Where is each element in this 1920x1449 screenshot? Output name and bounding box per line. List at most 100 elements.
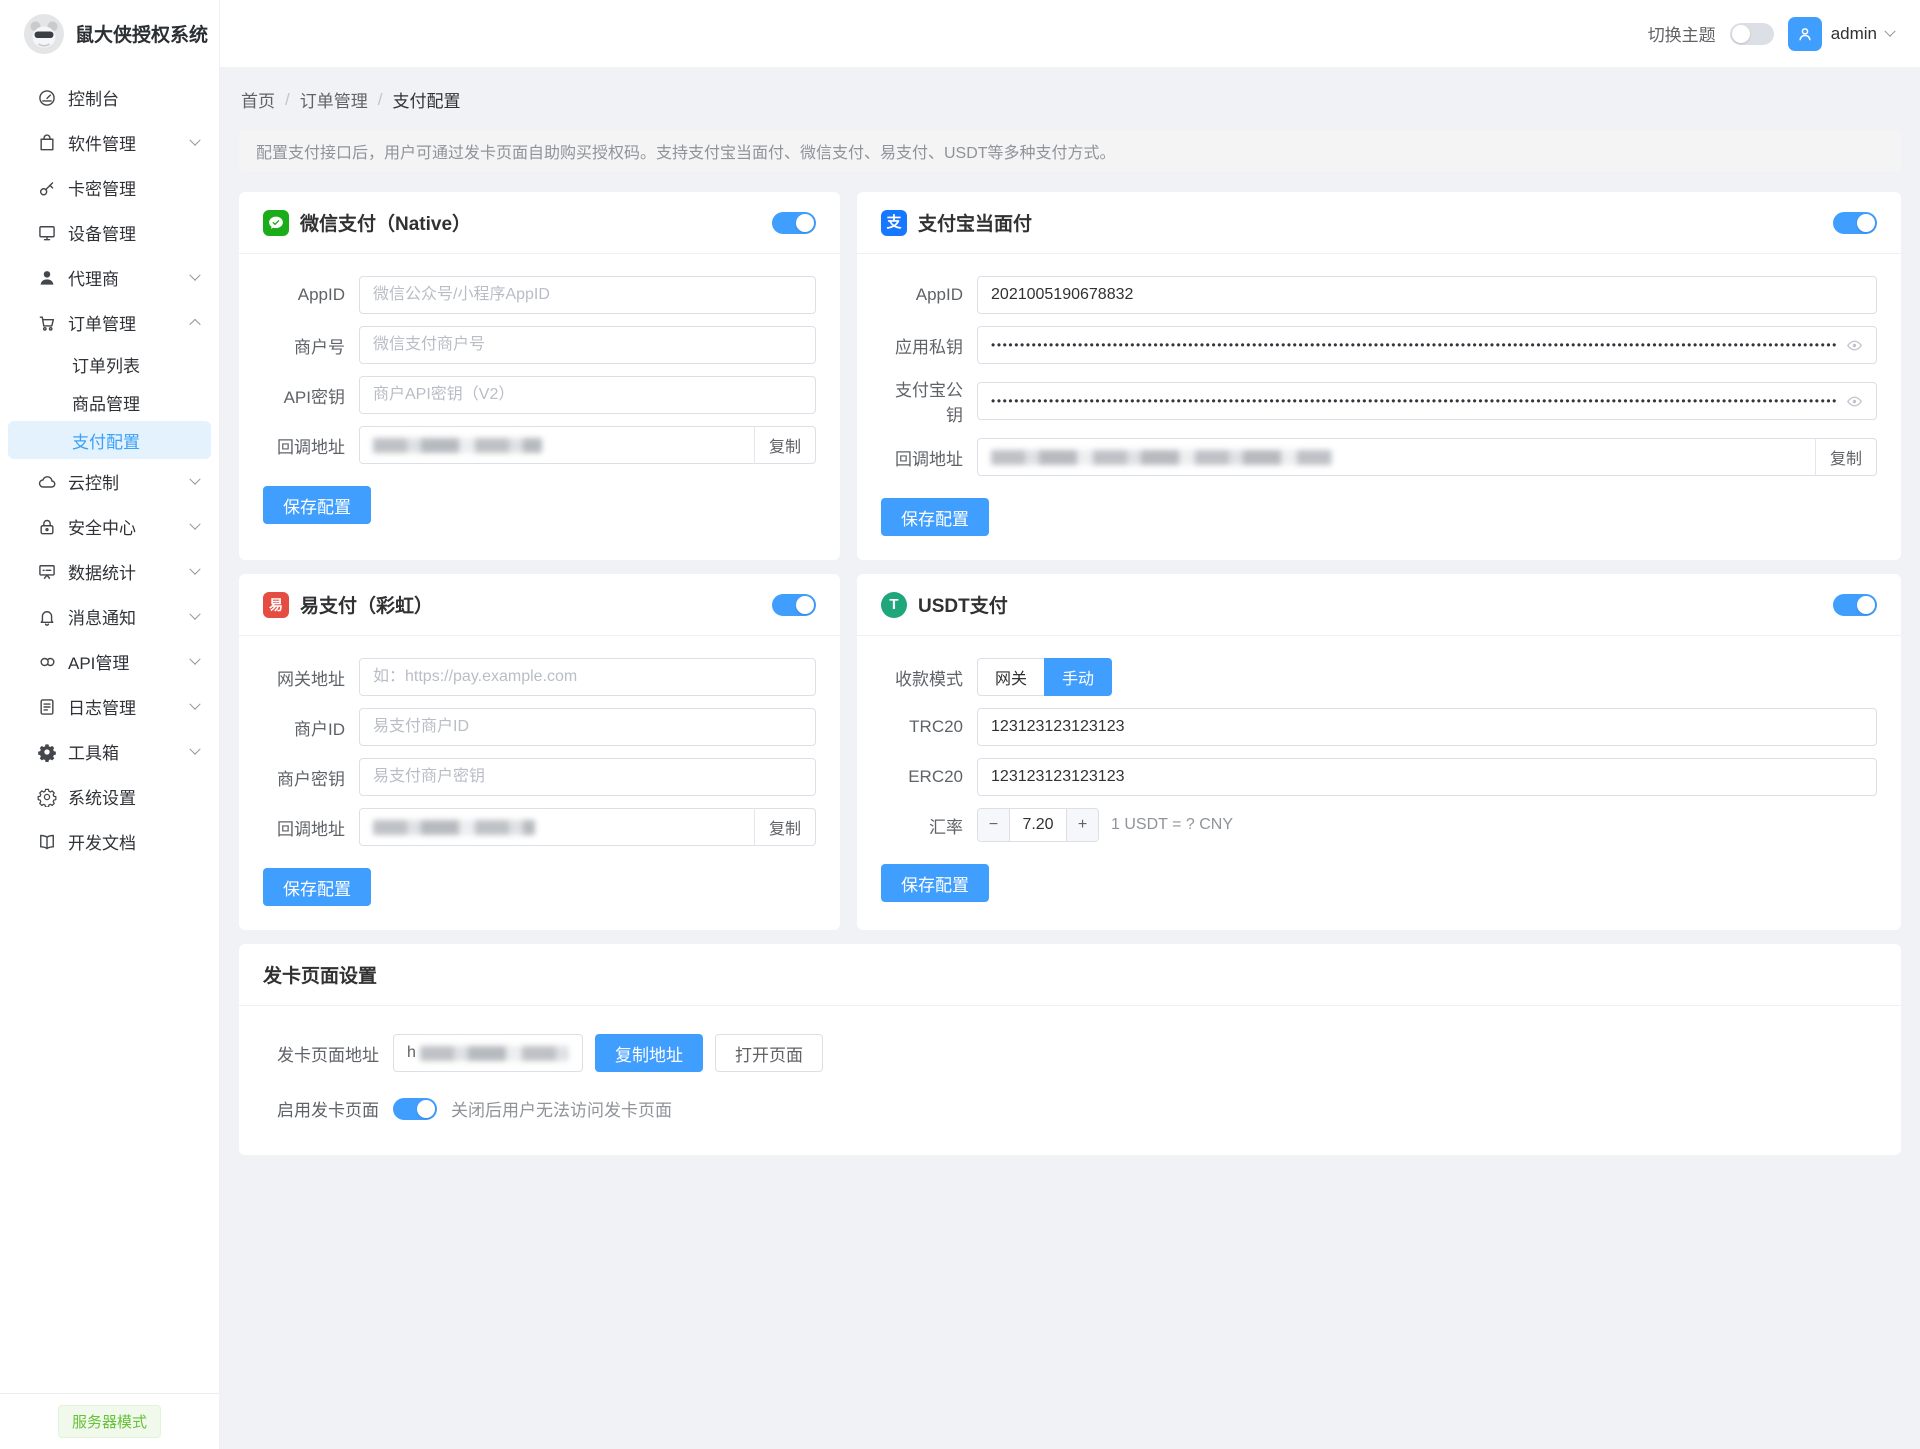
rate-decrease-button[interactable]: − [978, 809, 1009, 841]
sidebar-item-agents[interactable]: 代理商 [0, 255, 219, 300]
sidebar-item-toolbox[interactable]: 工具箱 [0, 729, 219, 774]
eye-icon[interactable] [1846, 393, 1863, 410]
sidebar-item-cardkeys[interactable]: 卡密管理 [0, 165, 219, 210]
sidebar-item-settings[interactable]: 系统设置 [0, 774, 219, 819]
key-icon [37, 178, 57, 198]
eye-icon[interactable] [1846, 337, 1863, 354]
content: 首页 / 订单管理 / 支付配置 配置支付接口后，用户可通过发卡页面自助购买授权… [220, 67, 1920, 1449]
usdt-mode-gateway-button[interactable]: 网关 [977, 658, 1044, 696]
usdt-save-button[interactable]: 保存配置 [881, 864, 989, 902]
sidebar-subitem-payment-config[interactable]: 支付配置 [8, 421, 211, 459]
wechat-appid-input[interactable] [359, 276, 816, 314]
usdt-mode-manual-button[interactable]: 手动 [1044, 658, 1112, 696]
alipay-enabled-toggle[interactable] [1833, 212, 1877, 234]
alipay-public-key-input[interactable]: ••••••••••••••••••••••••••••••••••••••••… [977, 382, 1877, 420]
lock-icon [37, 517, 57, 537]
yipay-icon: 易 [263, 592, 289, 618]
sidebar-item-orders[interactable]: 订单管理 [0, 300, 219, 345]
theme-toggle-label: 切换主题 [1648, 21, 1716, 46]
breadcrumb-home[interactable]: 首页 [241, 87, 275, 112]
yipay-merchant-key-input[interactable] [359, 758, 816, 796]
user-icon [37, 268, 57, 288]
sidebar-item-statistics[interactable]: 数据统计 [0, 549, 219, 594]
yipay-callback-input[interactable] [359, 808, 755, 846]
chevron-down-icon [189, 653, 200, 664]
alipay-callback-copy-button[interactable]: 复制 [1815, 438, 1877, 476]
card-page-url-input[interactable]: h [393, 1034, 583, 1072]
sidebar-item-logs[interactable]: 日志管理 [0, 684, 219, 729]
wechat-apikey-input[interactable] [359, 376, 816, 414]
sidebar-item-label: 代理商 [68, 265, 180, 290]
sidebar-item-label: API管理 [68, 649, 180, 674]
app-logo: 鼠大侠授权系统 [0, 0, 219, 67]
alipay-card-header: 支 支付宝当面付 [857, 192, 1901, 254]
wechat-enabled-toggle[interactable] [772, 212, 816, 234]
sidebar-subitem-products[interactable]: 商品管理 [0, 383, 219, 421]
yipay-card-title: 易支付（彩虹） [300, 591, 761, 618]
sidebar-item-security[interactable]: 安全中心 [0, 504, 219, 549]
usdt-erc20-input[interactable] [977, 758, 1877, 796]
usdt-trc20-input[interactable] [977, 708, 1877, 746]
app-title: 鼠大侠授权系统 [75, 20, 208, 47]
theme-toggle[interactable] [1730, 23, 1774, 45]
sidebar-item-label: 开发文档 [68, 829, 199, 854]
alipay-save-button[interactable]: 保存配置 [881, 498, 989, 536]
url-visible-prefix: h [407, 1044, 416, 1062]
chevron-down-icon [189, 743, 200, 754]
user-menu[interactable]: admin [1788, 17, 1894, 51]
switch-knob [796, 596, 814, 614]
sidebar-item-docs[interactable]: 开发文档 [0, 819, 219, 864]
enable-card-page-toggle[interactable] [393, 1098, 437, 1120]
open-page-button[interactable]: 打开页面 [715, 1034, 823, 1072]
enable-card-page-hint: 关闭后用户无法访问发卡页面 [451, 1096, 672, 1121]
dashboard-icon [37, 88, 57, 108]
payment-cards-grid: 微信支付（Native） AppID 商户号 API密钥 [239, 192, 1901, 930]
sidebar-subitem-order-list[interactable]: 订单列表 [0, 345, 219, 383]
usdt-tether-icon: T [881, 592, 907, 618]
wechat-callback-copy-button[interactable]: 复制 [754, 426, 816, 464]
field-label: 网关地址 [263, 665, 359, 690]
yipay-enabled-toggle[interactable] [772, 594, 816, 616]
usdt-rate-input[interactable] [1009, 809, 1067, 841]
sidebar-item-label: 安全中心 [68, 514, 180, 539]
sidebar-item-devices[interactable]: 设备管理 [0, 210, 219, 255]
sidebar-item-api[interactable]: API管理 [0, 639, 219, 684]
wechat-merchant-input[interactable] [359, 326, 816, 364]
alipay-callback-input[interactable] [977, 438, 1816, 476]
sidebar-item-software[interactable]: 软件管理 [0, 120, 219, 165]
cloud-icon [37, 472, 57, 492]
field-label: AppID [263, 285, 359, 305]
wechat-callback-input[interactable] [359, 426, 755, 464]
breadcrumb-separator: / [378, 90, 383, 110]
alipay-icon: 支 [881, 210, 907, 236]
field-label: ERC20 [881, 767, 977, 787]
wechat-save-button[interactable]: 保存配置 [263, 486, 371, 524]
yipay-save-button[interactable]: 保存配置 [263, 868, 371, 906]
sidebar-item-label: 卡密管理 [68, 175, 199, 200]
sidebar-item-label: 设备管理 [68, 220, 199, 245]
sidebar-item-notifications[interactable]: 消息通知 [0, 594, 219, 639]
sidebar-item-cloud-control[interactable]: 云控制 [0, 459, 219, 504]
breadcrumb-orders[interactable]: 订单管理 [300, 87, 368, 112]
alipay-appid-input[interactable] [977, 276, 1877, 314]
sidebar-menu: 控制台 软件管理 卡密管理 设备管理 代理商 订单管理 订单列表 [0, 67, 219, 1393]
usdt-card-title: USDT支付 [918, 591, 1822, 618]
yipay-merchant-id-input[interactable] [359, 708, 816, 746]
sidebar-subitem-label: 商品管理 [72, 390, 140, 415]
main-area: 切换主题 admin 首页 / 订单管理 / 支付配置 配置支付接口后，用户可通… [220, 0, 1920, 1449]
alipay-private-key-input[interactable]: ••••••••••••••••••••••••••••••••••••••••… [977, 326, 1877, 364]
copy-url-button[interactable]: 复制地址 [595, 1034, 703, 1072]
masked-value: ••••••••••••••••••••••••••••••••••••••••… [991, 383, 1838, 419]
sidebar-item-dashboard[interactable]: 控制台 [0, 75, 219, 120]
field-label: 发卡页面地址 [263, 1041, 393, 1066]
field-label: 商户ID [263, 715, 359, 740]
field-label: 回调地址 [263, 815, 359, 840]
bell-icon [37, 607, 57, 627]
yipay-gateway-input[interactable] [359, 658, 816, 696]
sidebar-item-label: 软件管理 [68, 130, 180, 155]
link-icon [37, 652, 57, 672]
sidebar-item-label: 订单管理 [68, 310, 180, 335]
usdt-enabled-toggle[interactable] [1833, 594, 1877, 616]
yipay-callback-copy-button[interactable]: 复制 [754, 808, 816, 846]
rate-increase-button[interactable]: + [1067, 809, 1098, 841]
